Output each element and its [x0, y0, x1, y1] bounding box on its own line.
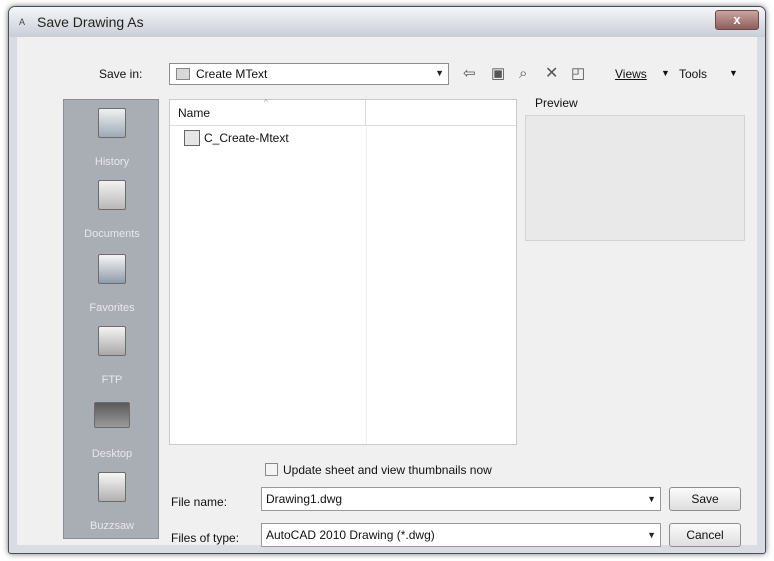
tools-chevron-icon[interactable]: ▼ [729, 68, 738, 78]
back-icon[interactable]: ⇦ [463, 65, 476, 83]
file-type-dropdown[interactable]: AutoCAD 2010 Drawing (*.dwg) ▼ [261, 523, 661, 547]
autocad-app-icon: A [19, 17, 26, 27]
preview-label: Preview [535, 96, 578, 110]
buzzsaw-icon [98, 472, 126, 502]
save-button[interactable]: Save [669, 487, 741, 511]
places-item-favorites[interactable]: Favorites [64, 248, 160, 320]
file-name-text: C_Create-Mtext [204, 131, 289, 145]
places-item-documents[interactable]: Documents [64, 174, 160, 246]
folder-icon [176, 68, 190, 80]
places-item-buzzsaw[interactable]: Buzzsaw [64, 466, 160, 538]
file-type-value: AutoCAD 2010 Drawing (*.dwg) [266, 528, 435, 542]
sort-arrow-icon: ^ [264, 98, 268, 107]
drawing-file-icon [184, 130, 200, 146]
file-name-label: File name: [171, 495, 228, 509]
file-type-label: Files of type: [171, 531, 240, 545]
favorites-icon [98, 254, 126, 284]
chevron-down-icon[interactable]: ▼ [647, 494, 656, 504]
file-list[interactable]: Name ^ C_Create-Mtext [169, 98, 517, 445]
window-title: Save Drawing As [37, 14, 144, 30]
save-in-value: Create MText [196, 67, 268, 81]
ftp-icon [98, 326, 126, 356]
close-button[interactable]: x [715, 10, 759, 30]
views-menu[interactable]: Views [615, 67, 647, 81]
chevron-down-icon: ▼ [435, 68, 444, 78]
up-folder-icon[interactable]: ▣ [491, 65, 505, 83]
title-bar: A Save Drawing As x [9, 7, 765, 37]
preview-pane [525, 115, 745, 241]
new-folder-icon[interactable]: ◰ [571, 65, 585, 83]
dialog-body: Save in: Create MText ▼ ⇦ ▣ ⌕ ✕ ◰ Views … [17, 37, 757, 547]
places-item-history[interactable]: History [64, 102, 160, 174]
column-header-name[interactable]: Name ^ [170, 98, 366, 126]
places-item-ftp[interactable]: FTP [64, 320, 160, 392]
list-item[interactable]: C_Create-Mtext [170, 128, 366, 148]
save-in-dropdown[interactable]: Create MText ▼ [169, 63, 449, 85]
search-web-icon[interactable]: ⌕ [519, 65, 527, 83]
tools-menu[interactable]: Tools [679, 67, 707, 81]
file-name-value: Drawing1.dwg [266, 492, 343, 506]
chevron-down-icon[interactable]: ▼ [647, 530, 656, 540]
save-drawing-dialog: A Save Drawing As x Save in: Create MTex… [8, 6, 766, 554]
places-item-desktop[interactable]: Desktop [64, 394, 160, 466]
update-thumbnails-label: Update sheet and view thumbnails now [283, 463, 492, 477]
column-header-blank[interactable] [366, 100, 516, 126]
views-chevron-icon[interactable]: ▼ [661, 68, 670, 78]
desktop-icon [94, 402, 130, 428]
delete-icon[interactable]: ✕ [545, 65, 558, 83]
update-thumbnails-checkbox[interactable] [265, 463, 278, 476]
save-in-label: Save in: [99, 67, 143, 81]
places-bar: History Documents Favorites FTP Desktop … [63, 99, 159, 539]
file-name-input[interactable]: Drawing1.dwg ▼ [261, 487, 661, 511]
documents-icon [98, 180, 126, 210]
cancel-button[interactable]: Cancel [669, 523, 741, 547]
history-icon [98, 108, 126, 138]
